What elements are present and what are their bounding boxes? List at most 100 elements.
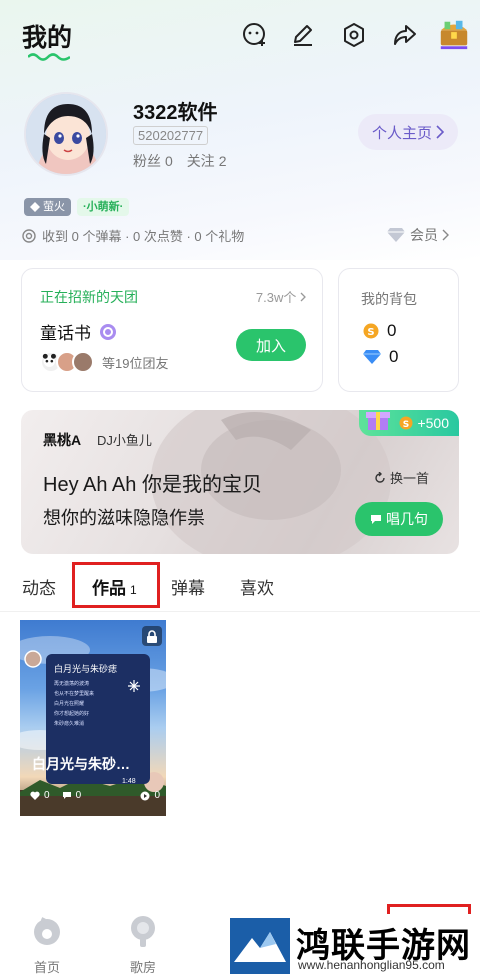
blue-diamond-icon — [363, 350, 381, 364]
treasure-chest-icon[interactable] — [436, 16, 472, 52]
nav-label-karaoke-room: 歌房 — [129, 960, 156, 975]
join-button[interactable]: 加入 — [236, 329, 306, 361]
snowflake-icon — [128, 680, 140, 692]
share-icon[interactable] — [390, 20, 420, 50]
firefly-icon — [30, 202, 40, 212]
work-lyric-line: 也从不在梦里醒来 — [54, 691, 95, 697]
page-title: 我的 — [22, 24, 73, 52]
backpack-title: 我的背包 — [361, 291, 417, 307]
work-likes: 0 — [44, 790, 50, 801]
coin-balance: S 0 — [363, 321, 396, 341]
group-card-header: 正在招新的天团 — [40, 289, 138, 305]
avatar[interactable] — [24, 92, 108, 176]
settings-icon[interactable] — [339, 20, 369, 50]
refresh-icon — [375, 471, 385, 483]
following-label: 关注 — [186, 153, 215, 169]
chevron-right-icon — [436, 125, 444, 139]
group-name-text: 童话书 — [40, 324, 91, 343]
fans-count[interactable]: 0 — [165, 153, 173, 169]
follow-stats: 粉丝 0 关注 2 — [133, 151, 230, 171]
singer-avatar — [24, 650, 42, 668]
change-song-button[interactable]: 换一首 — [374, 468, 429, 487]
song-challenge-card[interactable]: 黑桃A DJ小鱼儿 Hey Ah Ah 你是我的宝贝 想你的滋味隐隐作祟 S +… — [21, 410, 459, 554]
work-comments: 0 — [75, 790, 82, 801]
reward-amount: +500 — [417, 415, 449, 431]
nav-item-home[interactable]: 首页 — [17, 914, 77, 976]
work-stats: 0 0 0 — [30, 790, 160, 801]
recruiting-group-card[interactable]: 正在招新的天团 7.3w个 童话书 等19位团友 加入 — [21, 268, 323, 392]
watermark-overlay: 鸿联手游网 www.henanhonglian95.com — [228, 914, 480, 979]
karaoke-room-icon — [131, 916, 155, 947]
user-id: 520202777 — [133, 126, 209, 145]
highlight-box-works-tab — [72, 562, 160, 608]
diamond-icon — [387, 228, 405, 242]
header: 我的 — [0, 0, 480, 80]
group-members-text: 等19位团友 — [102, 355, 169, 371]
group-count[interactable]: 7.3w个 — [256, 287, 306, 306]
tab-likes[interactable]: 喜欢 — [240, 574, 274, 599]
work-plays: 0 — [154, 790, 160, 801]
work-lyric-line: 再无激荡的波涛 — [54, 681, 90, 687]
nav-item-karaoke-room[interactable]: 歌房 — [113, 914, 173, 976]
newbie-badge[interactable]: ·小萌新· — [77, 198, 130, 216]
homepage-button[interactable]: 个人主页 — [358, 114, 458, 150]
chat-bubble-icon — [371, 515, 381, 524]
play-count-icon — [140, 791, 150, 800]
heart-icon — [30, 791, 40, 800]
user-name: 3322软件 — [133, 102, 218, 124]
title-wave-decoration — [28, 53, 70, 61]
backpack-card[interactable]: 我的背包 S 0 0 — [338, 268, 459, 392]
group-count-value: 7.3w个 — [255, 290, 297, 305]
interaction-stats: 收到 0 个弹幕 · 0 次点赞 · 0 个礼物 — [22, 226, 244, 245]
interaction-stats-text: 收到 0 个弹幕 · 0 次点赞 · 0 个礼物 — [42, 229, 245, 244]
home-icon — [34, 917, 60, 945]
nav-label-home: 首页 — [33, 960, 60, 975]
group-members: 等19位团友 — [40, 351, 168, 373]
edit-icon[interactable] — [288, 20, 318, 50]
homepage-button-label: 个人主页 — [371, 124, 432, 142]
chevron-right-icon — [442, 229, 449, 241]
watermark-url: www.henanhonglian95.com — [298, 958, 445, 972]
group-level-icon — [100, 323, 116, 340]
chat-add-icon[interactable] — [240, 20, 270, 50]
fans-label: 粉丝 — [133, 153, 161, 169]
member-avatar — [72, 351, 94, 373]
gift-icon — [366, 412, 391, 430]
song-dj: DJ小鱼儿 — [97, 433, 152, 448]
work-title: 白月光与朱砂… — [32, 756, 130, 772]
tab-danmaku[interactable]: 弹幕 — [171, 574, 205, 599]
member-link[interactable]: 会员 — [386, 225, 449, 245]
sing-button-label: 唱几句 — [386, 511, 428, 527]
change-song-label: 换一首 — [389, 471, 429, 486]
work-duration: 1:48 — [122, 778, 136, 785]
group-name: 童话书 — [40, 319, 117, 344]
work-lyric-line: 你才想起她的好 — [54, 711, 90, 717]
firefly-badge[interactable]: 萤火 — [24, 198, 71, 216]
coin-icon: S — [363, 323, 379, 339]
member-link-label: 会员 — [410, 227, 438, 243]
following-count[interactable]: 2 — [219, 153, 227, 169]
diamond-balance: 0 — [363, 347, 398, 367]
song-artist: 黑桃A — [43, 432, 82, 448]
lyric-line-1: Hey Ah Ah 你是我的宝贝 — [43, 474, 262, 496]
coin-icon: S — [399, 416, 413, 430]
diamond-count: 0 — [389, 347, 399, 366]
sing-button[interactable]: 唱几句 — [355, 502, 443, 536]
chevron-right-icon — [300, 292, 306, 302]
work-inner-title: 白月光与朱砂痣 — [54, 664, 118, 674]
reward-tag: S +500 — [359, 410, 459, 436]
badges: 萤火 ·小萌新· — [24, 198, 130, 216]
tab-divider — [0, 611, 480, 612]
watermark-logo — [230, 918, 290, 974]
firefly-badge-label: 萤火 — [43, 201, 65, 213]
work-item[interactable]: 白月光与朱砂痣 再无激荡的波涛 也从不在梦里醒来 白月光在照耀 你才想起她的好 … — [20, 620, 166, 816]
coin-count: 0 — [387, 321, 397, 340]
target-icon — [22, 228, 36, 243]
avatar-illustration — [26, 94, 106, 174]
work-lyric-line: 白月光在照耀 — [54, 701, 85, 707]
lyric-line-2: 想你的滋味隐隐作祟 — [43, 508, 205, 528]
svg-text:S: S — [403, 420, 409, 430]
tab-dynamics[interactable]: 动态 — [22, 574, 56, 599]
comment-icon — [62, 792, 71, 799]
work-lyric-line: 朱砂痣久难消 — [54, 721, 85, 727]
